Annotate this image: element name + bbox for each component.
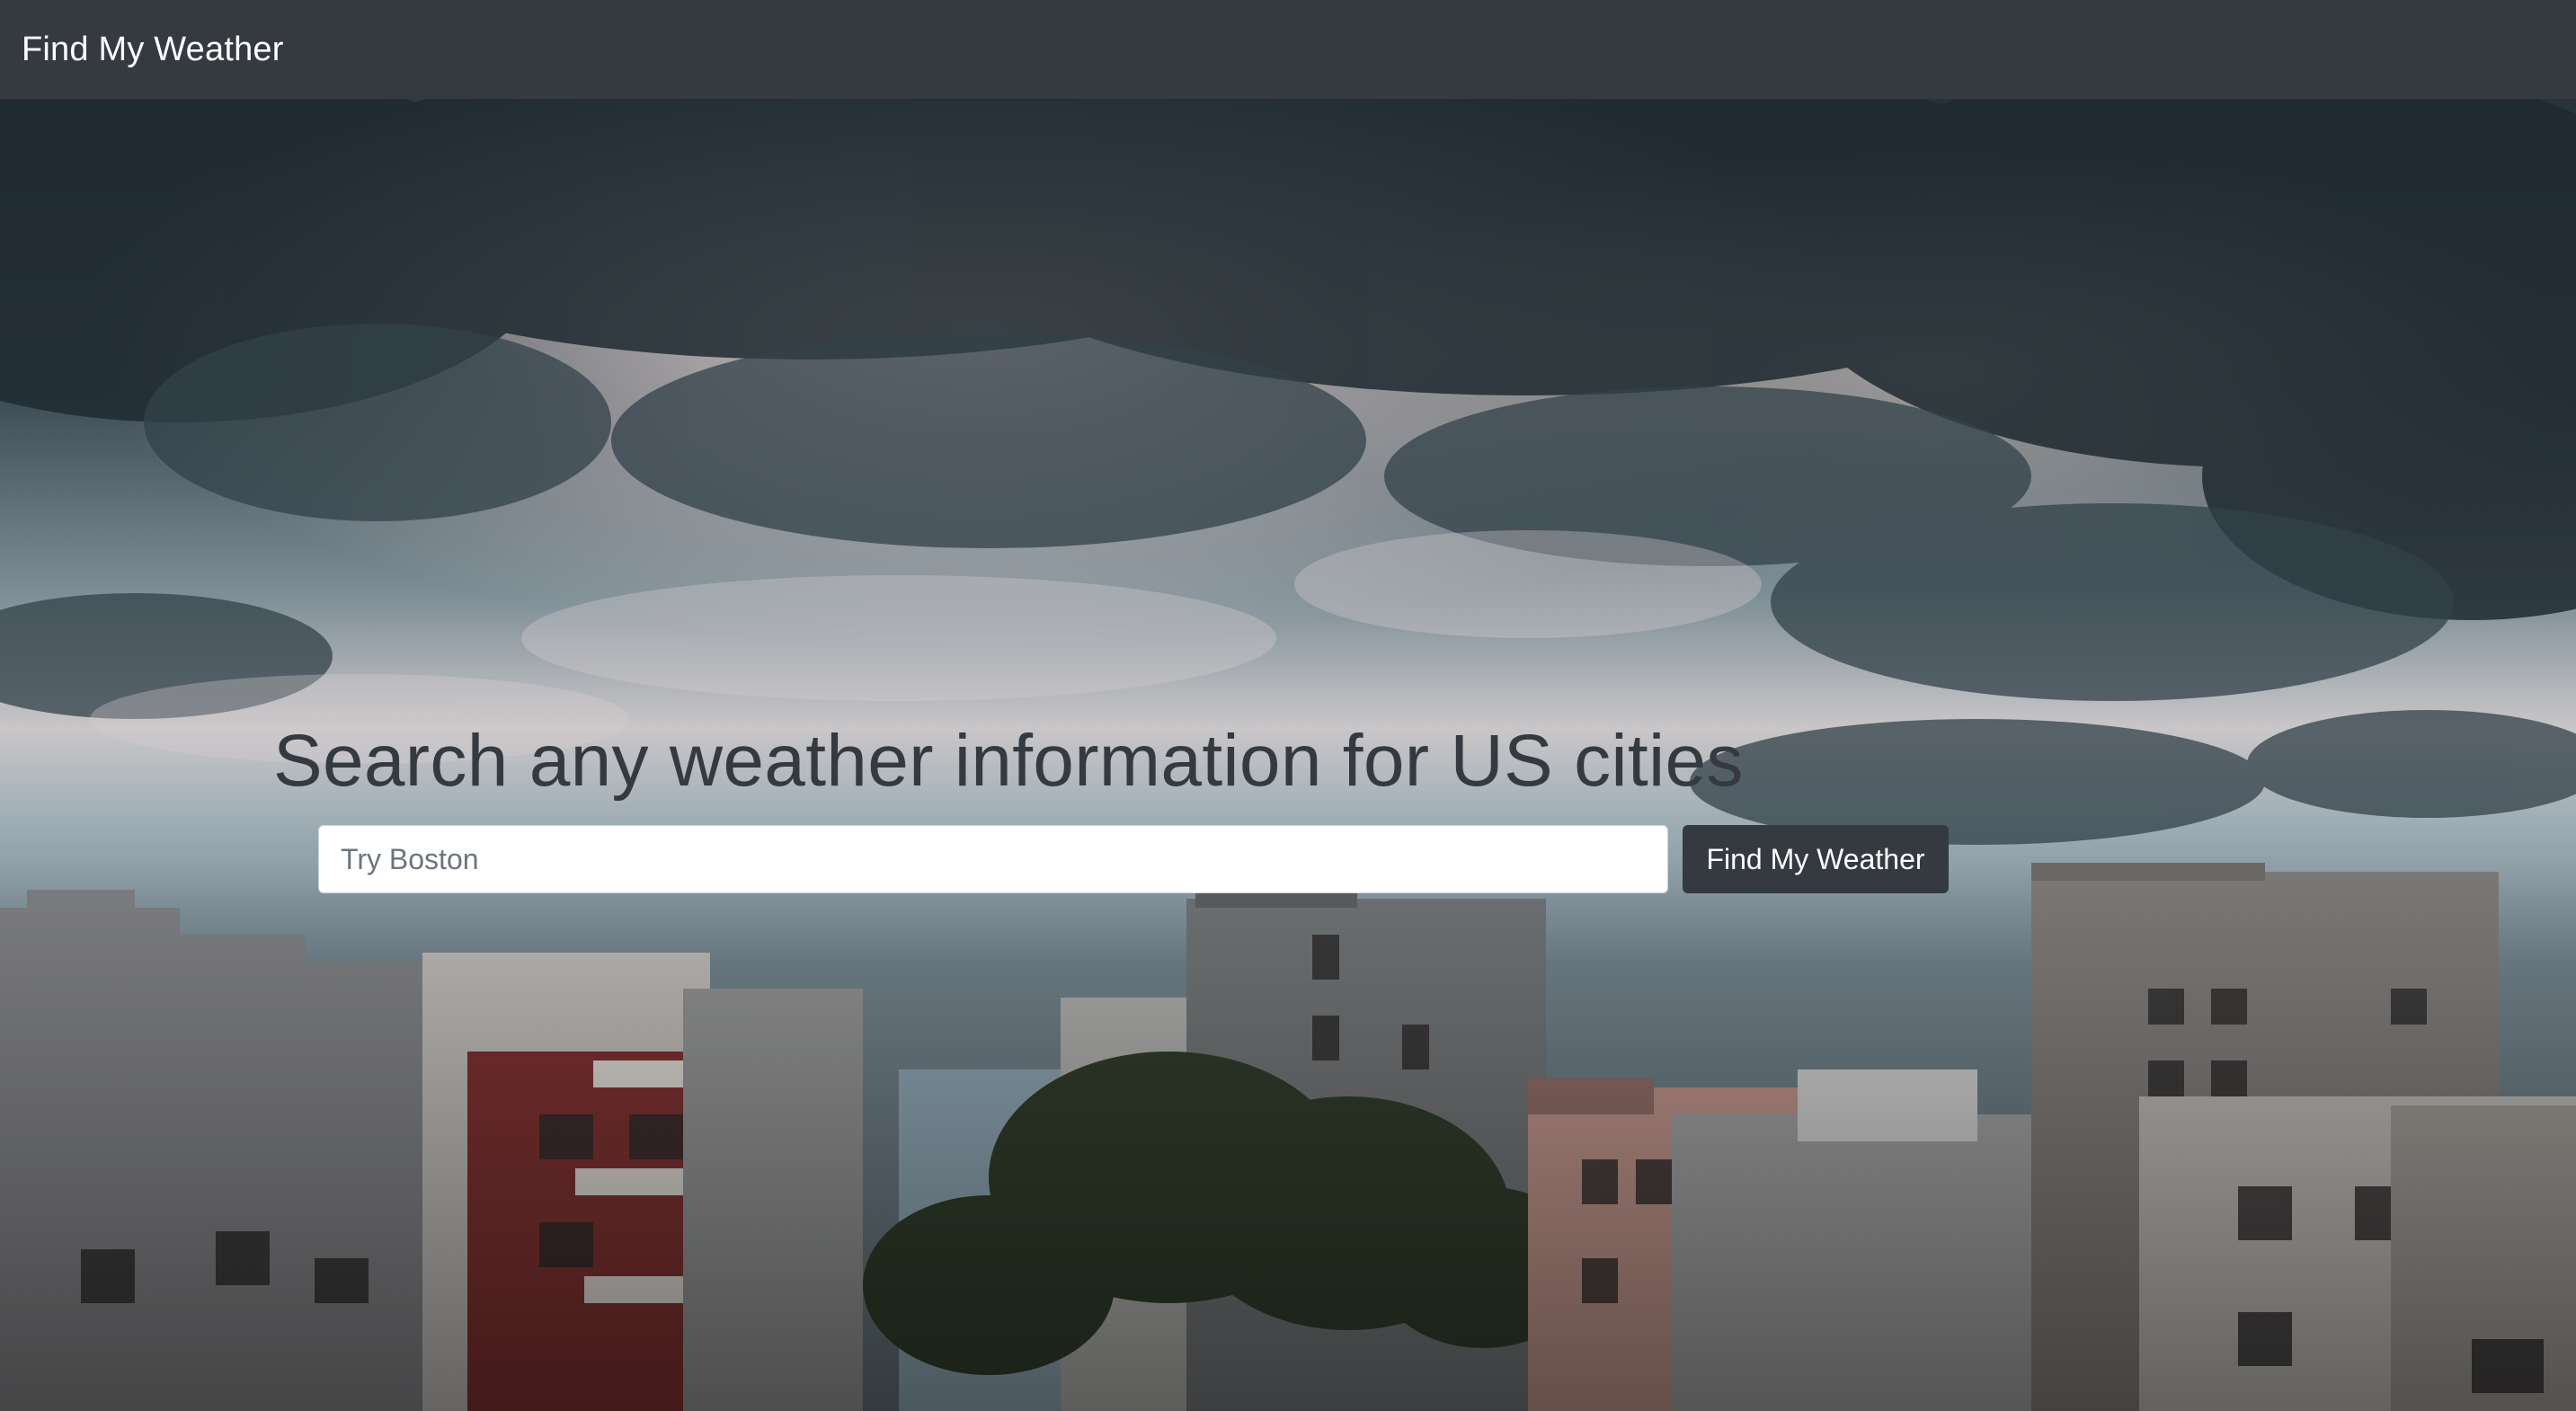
navbar: Find My Weather bbox=[0, 0, 2576, 99]
find-weather-button[interactable]: Find My Weather bbox=[1683, 825, 1949, 893]
city-search-input[interactable] bbox=[318, 825, 1668, 893]
page-headline: Search any weather information for US ci… bbox=[273, 720, 1744, 802]
brand-link[interactable]: Find My Weather bbox=[22, 31, 284, 69]
